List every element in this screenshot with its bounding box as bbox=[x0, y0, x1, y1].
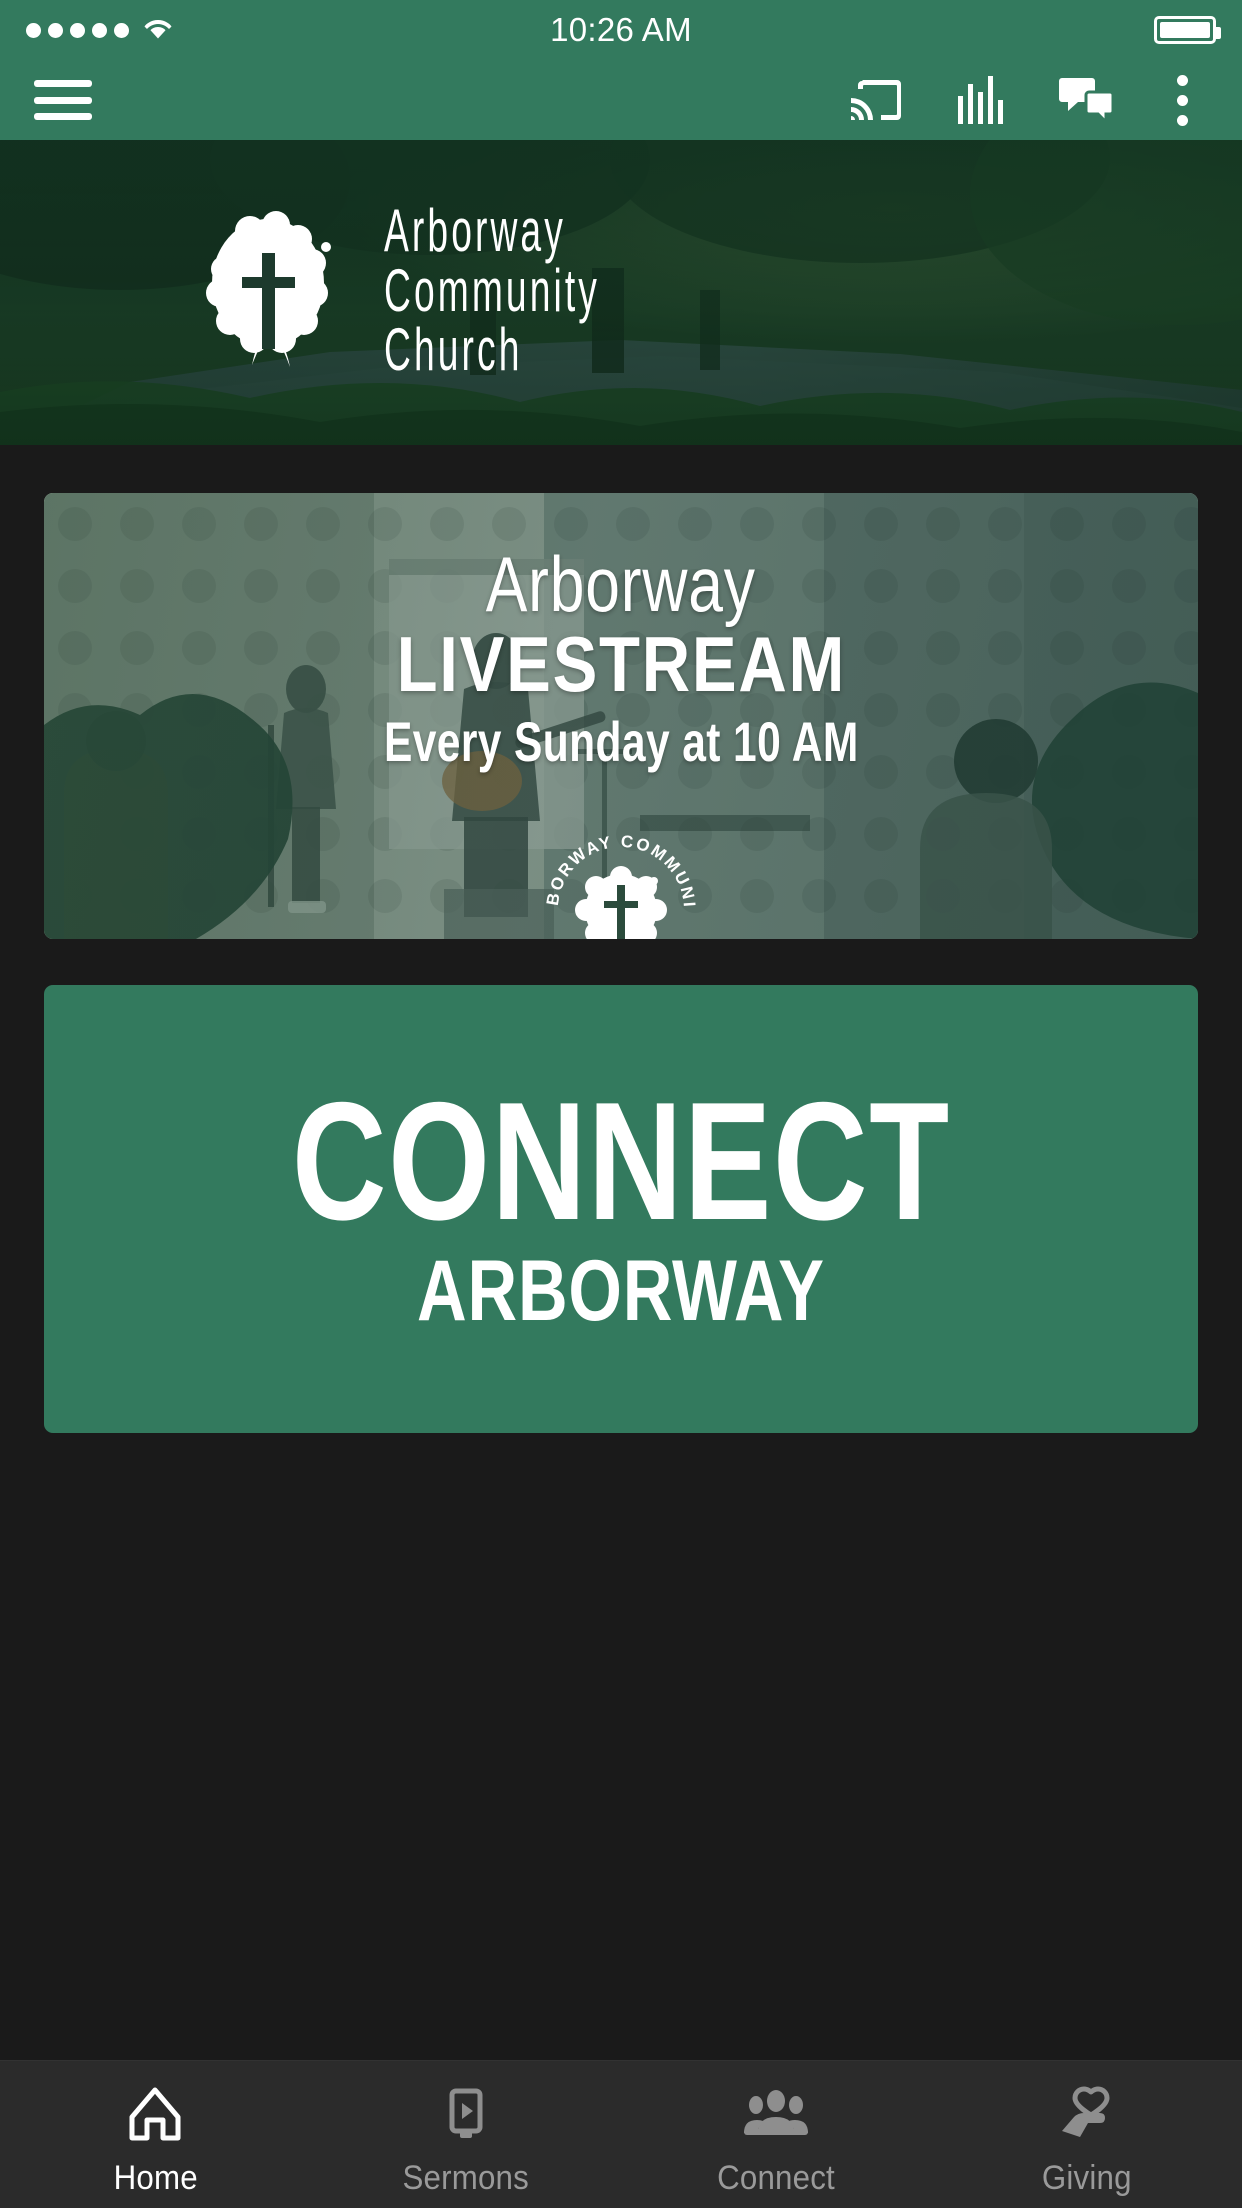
app-bar-actions bbox=[847, 72, 1208, 128]
connect-card-line1: CONNECT bbox=[291, 1066, 951, 1255]
people-group-icon bbox=[742, 2083, 810, 2145]
hero-banner[interactable]: Arborway Community Church bbox=[0, 140, 1242, 445]
equalizer-icon[interactable] bbox=[953, 72, 1009, 128]
tab-giving-label: Giving bbox=[1041, 2159, 1132, 2197]
overflow-menu-icon[interactable] bbox=[1165, 74, 1208, 126]
status-bar: 10:26 AM bbox=[0, 0, 1242, 60]
church-tree-cross-logo bbox=[198, 210, 350, 371]
livestream-line2: LIVESTREAM bbox=[396, 620, 846, 708]
livestream-line3: Every Sunday at 10 AM bbox=[383, 709, 859, 773]
hero-title-line1: Arborway bbox=[384, 197, 566, 265]
battery-full-icon bbox=[1154, 16, 1221, 44]
chat-bubbles-icon[interactable] bbox=[1059, 72, 1115, 128]
status-bar-clock: 10:26 AM bbox=[550, 11, 692, 48]
hero-title-line3: Church bbox=[384, 316, 523, 384]
bottom-tab-bar: Home Sermons Connect Giving bbox=[0, 2060, 1242, 2208]
status-bar-right bbox=[1154, 16, 1221, 44]
tab-home[interactable]: Home bbox=[0, 2083, 311, 2198]
main-content: Arborway LIVESTREAM Every Sunday at 10 A… bbox=[0, 445, 1242, 1475]
hero-title: Arborway Community Church bbox=[384, 197, 793, 384]
hero-title-line2: Community bbox=[384, 256, 601, 324]
home-icon bbox=[124, 2083, 186, 2145]
cast-icon[interactable] bbox=[847, 72, 903, 128]
tab-home-label: Home bbox=[113, 2159, 198, 2197]
connect-arborway-card[interactable]: CONNECT ARBORWAY bbox=[44, 985, 1198, 1433]
tab-sermons-label: Sermons bbox=[402, 2159, 529, 2197]
video-phone-icon bbox=[435, 2083, 497, 2145]
tab-connect-label: Connect bbox=[717, 2159, 836, 2197]
hand-heart-icon bbox=[1056, 2083, 1118, 2145]
livestream-content: Arborway LIVESTREAM Every Sunday at 10 A… bbox=[44, 493, 1198, 939]
app-bar bbox=[0, 60, 1242, 140]
tab-sermons[interactable]: Sermons bbox=[311, 2083, 622, 2198]
arborway-community-church-seal: ARBORWAY COMMUNITY CHURCH bbox=[529, 810, 706, 939]
tab-connect[interactable]: Connect bbox=[621, 2083, 932, 2198]
connect-card-line2: ARBORWAY bbox=[417, 1243, 825, 1340]
livestream-line1: Arborway bbox=[486, 540, 756, 628]
livestream-card[interactable]: Arborway LIVESTREAM Every Sunday at 10 A… bbox=[44, 493, 1198, 939]
hero-content: Arborway Community Church bbox=[0, 140, 1242, 445]
hamburger-menu-icon[interactable] bbox=[34, 80, 92, 120]
tab-giving[interactable]: Giving bbox=[932, 2083, 1242, 2198]
